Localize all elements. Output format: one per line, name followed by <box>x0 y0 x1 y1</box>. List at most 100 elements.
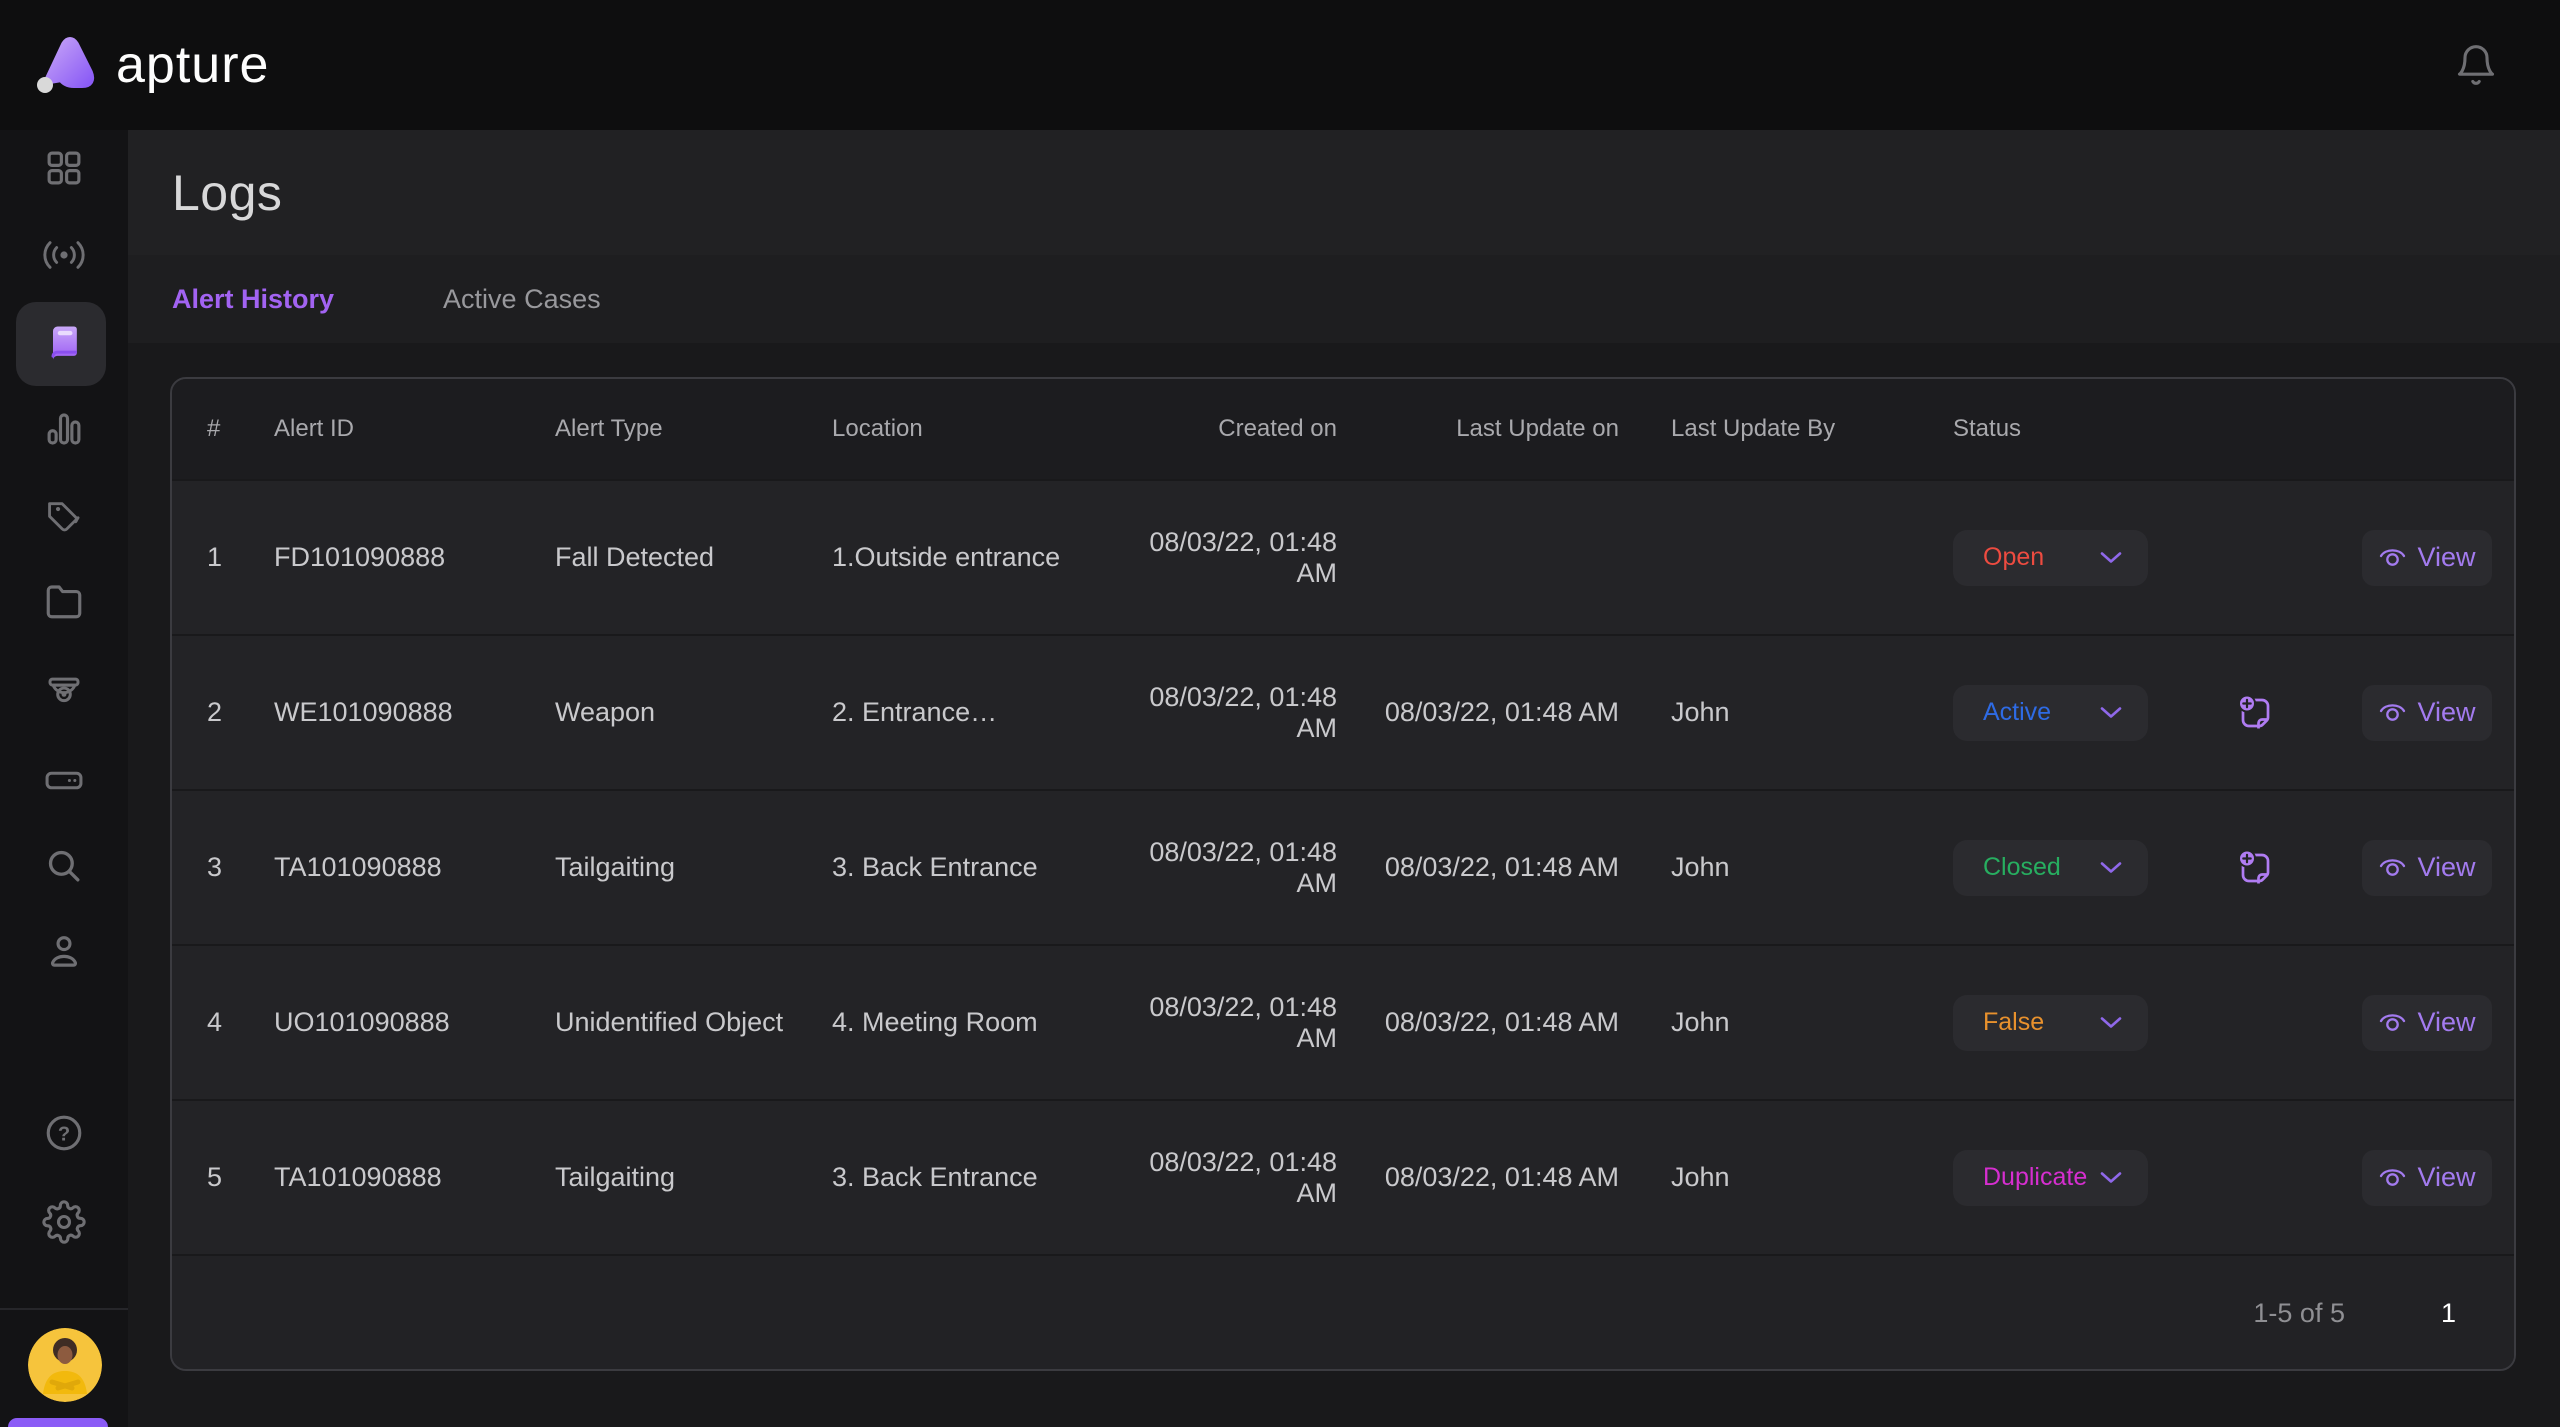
sidebar-item-settings[interactable] <box>0 1179 128 1265</box>
col-header-alert-type: Alert Type <box>555 415 832 443</box>
chevron-down-icon <box>2100 1016 2122 1029</box>
sidebar-item-search[interactable] <box>0 823 128 909</box>
avatar-image <box>28 1328 102 1402</box>
view-button-label: View <box>2417 1162 2475 1193</box>
location-cell: 2. Entrance… <box>832 697 1107 728</box>
logs-book-icon <box>42 321 86 365</box>
eye-icon <box>2378 700 2407 725</box>
last-update-by-cell: John <box>1619 1007 1953 1038</box>
table-row: 3 TA101090888 Tailgaiting 3. Back Entran… <box>172 789 2514 944</box>
view-button-label: View <box>2417 852 2475 883</box>
view-button[interactable]: View <box>2362 685 2492 741</box>
status-dropdown[interactable]: Closed <box>1953 840 2148 896</box>
last-update-by-cell: John <box>1619 852 1953 883</box>
alert-id-cell: TA101090888 <box>274 1162 555 1193</box>
tab-alert-history[interactable]: Alert History <box>172 284 334 315</box>
add-case-icon <box>2235 693 2275 733</box>
sidebar-bottom-accent <box>8 1418 108 1427</box>
help-circle-icon: ? <box>42 1111 86 1155</box>
sidebar-item-cameras[interactable] <box>0 651 128 737</box>
notifications-bell-icon[interactable] <box>2448 37 2504 93</box>
sidebar-item-users[interactable] <box>0 909 128 995</box>
eye-icon <box>2378 1010 2407 1035</box>
status-dropdown[interactable]: Active <box>1953 685 2148 741</box>
row-number: 1 <box>207 542 274 573</box>
alert-type-cell: Tailgaiting <box>555 1162 832 1193</box>
created-on-cell: 08/03/22, 01:48 AM <box>1107 527 1337 589</box>
profile-avatar[interactable] <box>28 1328 102 1402</box>
last-update-on-cell: 08/03/22, 01:48 AM <box>1337 697 1619 728</box>
view-button[interactable]: View <box>2362 995 2492 1051</box>
status-dropdown[interactable]: False <box>1953 995 2148 1051</box>
status-label: Closed <box>1983 853 2061 882</box>
tag-icon <box>43 494 85 536</box>
col-header-created-on: Created on <box>1107 415 1337 443</box>
created-on-cell: 08/03/22, 01:48 AM <box>1107 682 1337 744</box>
col-header-location: Location <box>832 415 1107 443</box>
last-update-on-cell: 08/03/22, 01:48 AM <box>1337 852 1619 883</box>
status-label: False <box>1983 1008 2044 1037</box>
sidebar-divider <box>0 1308 128 1310</box>
table-header-row: # Alert ID Alert Type Location Created o… <box>172 379 2514 479</box>
status-label: Duplicate <box>1983 1163 2087 1192</box>
col-header-num: # <box>207 415 274 443</box>
sidebar-item-folders[interactable] <box>0 558 128 644</box>
status-dropdown[interactable]: Duplicate <box>1953 1150 2148 1206</box>
eye-icon <box>2378 855 2407 880</box>
sidebar-item-dashboard[interactable] <box>0 125 128 211</box>
table-row: 1 FD101090888 Fall Detected 1.Outside en… <box>172 479 2514 634</box>
add-case-button[interactable] <box>2235 848 2275 888</box>
chevron-down-icon <box>2100 1171 2122 1184</box>
tab-active-cases[interactable]: Active Cases <box>443 284 601 315</box>
status-label: Open <box>1983 543 2044 572</box>
apture-logo-icon <box>36 33 98 97</box>
last-update-on-cell: 08/03/22, 01:48 AM <box>1337 1007 1619 1038</box>
status-label: Active <box>1983 698 2051 727</box>
location-cell: 3. Back Entrance <box>832 1162 1107 1193</box>
title-band: Logs <box>128 130 2560 255</box>
table-row: 4 UO101090888 Unidentified Object 4. Mee… <box>172 944 2514 1099</box>
alert-id-cell: TA101090888 <box>274 852 555 883</box>
user-icon <box>43 931 85 973</box>
sidebar-item-devices[interactable] <box>0 737 128 823</box>
view-button[interactable]: View <box>2362 840 2492 896</box>
alert-id-cell: UO101090888 <box>274 1007 555 1038</box>
chevron-down-icon <box>2100 861 2122 874</box>
brand-name: apture <box>116 35 269 95</box>
eye-icon <box>2378 545 2407 570</box>
page-title: Logs <box>172 164 282 222</box>
row-number: 5 <box>207 1162 274 1193</box>
table-footer: 1-5 of 5 1 <box>172 1254 2514 1371</box>
camera-dome-icon <box>43 673 85 715</box>
location-cell: 4. Meeting Room <box>832 1007 1107 1038</box>
last-update-by-cell: John <box>1619 697 1953 728</box>
sidebar-item-logs[interactable] <box>0 300 128 386</box>
status-dropdown[interactable]: Open <box>1953 530 2148 586</box>
sidebar-item-analytics[interactable] <box>0 386 128 472</box>
sidebar-item-help[interactable]: ? <box>0 1090 128 1176</box>
col-header-alert-id: Alert ID <box>274 415 555 443</box>
folder-icon <box>43 580 85 622</box>
view-button[interactable]: View <box>2362 1150 2492 1206</box>
alert-type-cell: Weapon <box>555 697 832 728</box>
chevron-down-icon <box>2100 551 2122 564</box>
view-button[interactable]: View <box>2362 530 2492 586</box>
sidebar-item-live[interactable] <box>0 212 128 298</box>
live-broadcast-icon <box>41 234 87 276</box>
settings-gear-icon <box>42 1200 86 1244</box>
add-case-icon <box>2235 848 2275 888</box>
location-cell: 1.Outside entrance <box>832 542 1107 573</box>
last-update-on-cell: 08/03/22, 01:48 AM <box>1337 1162 1619 1193</box>
sidebar-item-tags[interactable] <box>0 472 128 558</box>
search-icon <box>43 845 85 887</box>
add-case-button[interactable] <box>2235 693 2275 733</box>
view-button-label: View <box>2417 542 2475 573</box>
tab-strip: Alert History Active Cases <box>128 255 2560 343</box>
pagination-range: 1-5 of 5 <box>2253 1298 2345 1329</box>
pagination-current-page[interactable]: 1 <box>2441 1298 2456 1329</box>
created-on-cell: 08/03/22, 01:48 AM <box>1107 837 1337 899</box>
brand: apture <box>36 33 269 97</box>
alert-type-cell: Unidentified Object <box>555 1007 832 1038</box>
col-header-last-update-on: Last Update on <box>1337 415 1619 443</box>
alert-id-cell: WE101090888 <box>274 697 555 728</box>
